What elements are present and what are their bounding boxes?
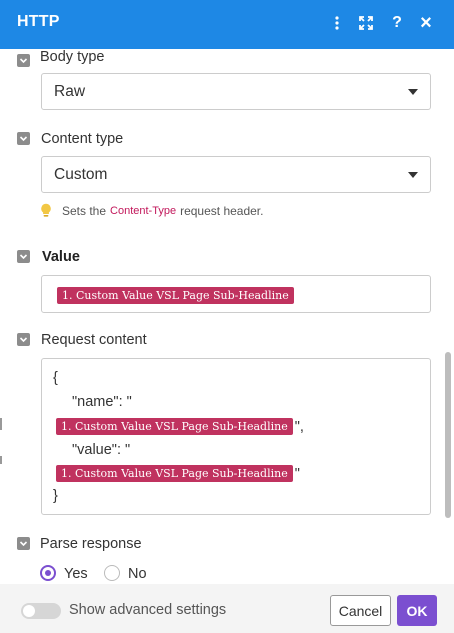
edge-marker (0, 456, 2, 464)
mapped-value-pill[interactable]: 1. Custom Value VSL Page Sub-Headline (56, 465, 293, 482)
radio-yes[interactable] (40, 565, 56, 581)
radio-no-label[interactable]: No (128, 566, 147, 582)
collapse-toggle-icon[interactable] (17, 132, 30, 145)
module-header: HTTP ? × (0, 0, 454, 49)
parse-response-label: Parse response (40, 536, 142, 552)
ok-button[interactable]: OK (397, 595, 437, 626)
lightbulb-icon (40, 203, 52, 218)
module-settings-panel: Body type Raw Content type Custom Sets t… (0, 49, 454, 633)
collapse-toggle-icon[interactable] (17, 54, 30, 67)
hint-code: Content-Type (110, 204, 177, 217)
content-type-hint: Sets the Content-Type request header. (40, 203, 263, 218)
code-line: { (53, 370, 58, 386)
expand-icon[interactable] (356, 12, 376, 34)
hint-suffix: request header. (180, 203, 264, 218)
body-type-label: Body type (40, 49, 105, 65)
body-type-select[interactable]: Raw (41, 73, 431, 110)
help-icon[interactable]: ? (387, 12, 407, 34)
code-line: 1. Custom Value VSL Page Sub-Headline " (56, 465, 300, 482)
content-type-label: Content type (41, 131, 124, 147)
more-vertical-icon[interactable] (327, 12, 347, 34)
mapped-value-pill[interactable]: 1. Custom Value VSL Page Sub-Headline (57, 287, 294, 304)
close-icon[interactable]: × (416, 12, 436, 34)
code-text: " (294, 465, 300, 482)
edge-marker (0, 418, 2, 430)
body-type-value: Raw (54, 83, 86, 100)
collapse-toggle-icon[interactable] (17, 537, 30, 550)
advanced-settings-toggle[interactable] (21, 603, 61, 619)
code-line: 1. Custom Value VSL Page Sub-Headline ", (56, 418, 304, 435)
module-title: HTTP (17, 13, 60, 30)
value-label: Value (42, 249, 80, 265)
chevron-down-icon (408, 89, 418, 95)
code-line: } (53, 488, 58, 504)
module-footer: Show advanced settings Cancel OK (0, 584, 454, 633)
advanced-settings-label[interactable]: Show advanced settings (69, 602, 226, 618)
code-line: "value": " (72, 442, 131, 458)
code-text: ", (294, 418, 304, 435)
code-line: "name": " (72, 394, 132, 410)
chevron-down-icon (408, 172, 418, 178)
mapped-value-pill[interactable]: 1. Custom Value VSL Page Sub-Headline (56, 418, 293, 435)
request-content-label: Request content (41, 332, 147, 348)
collapse-toggle-icon[interactable] (17, 333, 30, 346)
content-type-value: Custom (54, 166, 108, 183)
radio-no[interactable] (104, 565, 120, 581)
collapse-toggle-icon[interactable] (17, 250, 30, 263)
scrollbar[interactable] (445, 352, 451, 518)
hint-prefix: Sets the (62, 203, 107, 218)
radio-yes-label[interactable]: Yes (64, 566, 88, 582)
value-input[interactable]: 1. Custom Value VSL Page Sub-Headline (41, 275, 431, 313)
cancel-button[interactable]: Cancel (330, 595, 391, 626)
content-type-select[interactable]: Custom (41, 156, 431, 193)
request-content-textarea[interactable]: { "name": " 1. Custom Value VSL Page Sub… (41, 358, 431, 515)
